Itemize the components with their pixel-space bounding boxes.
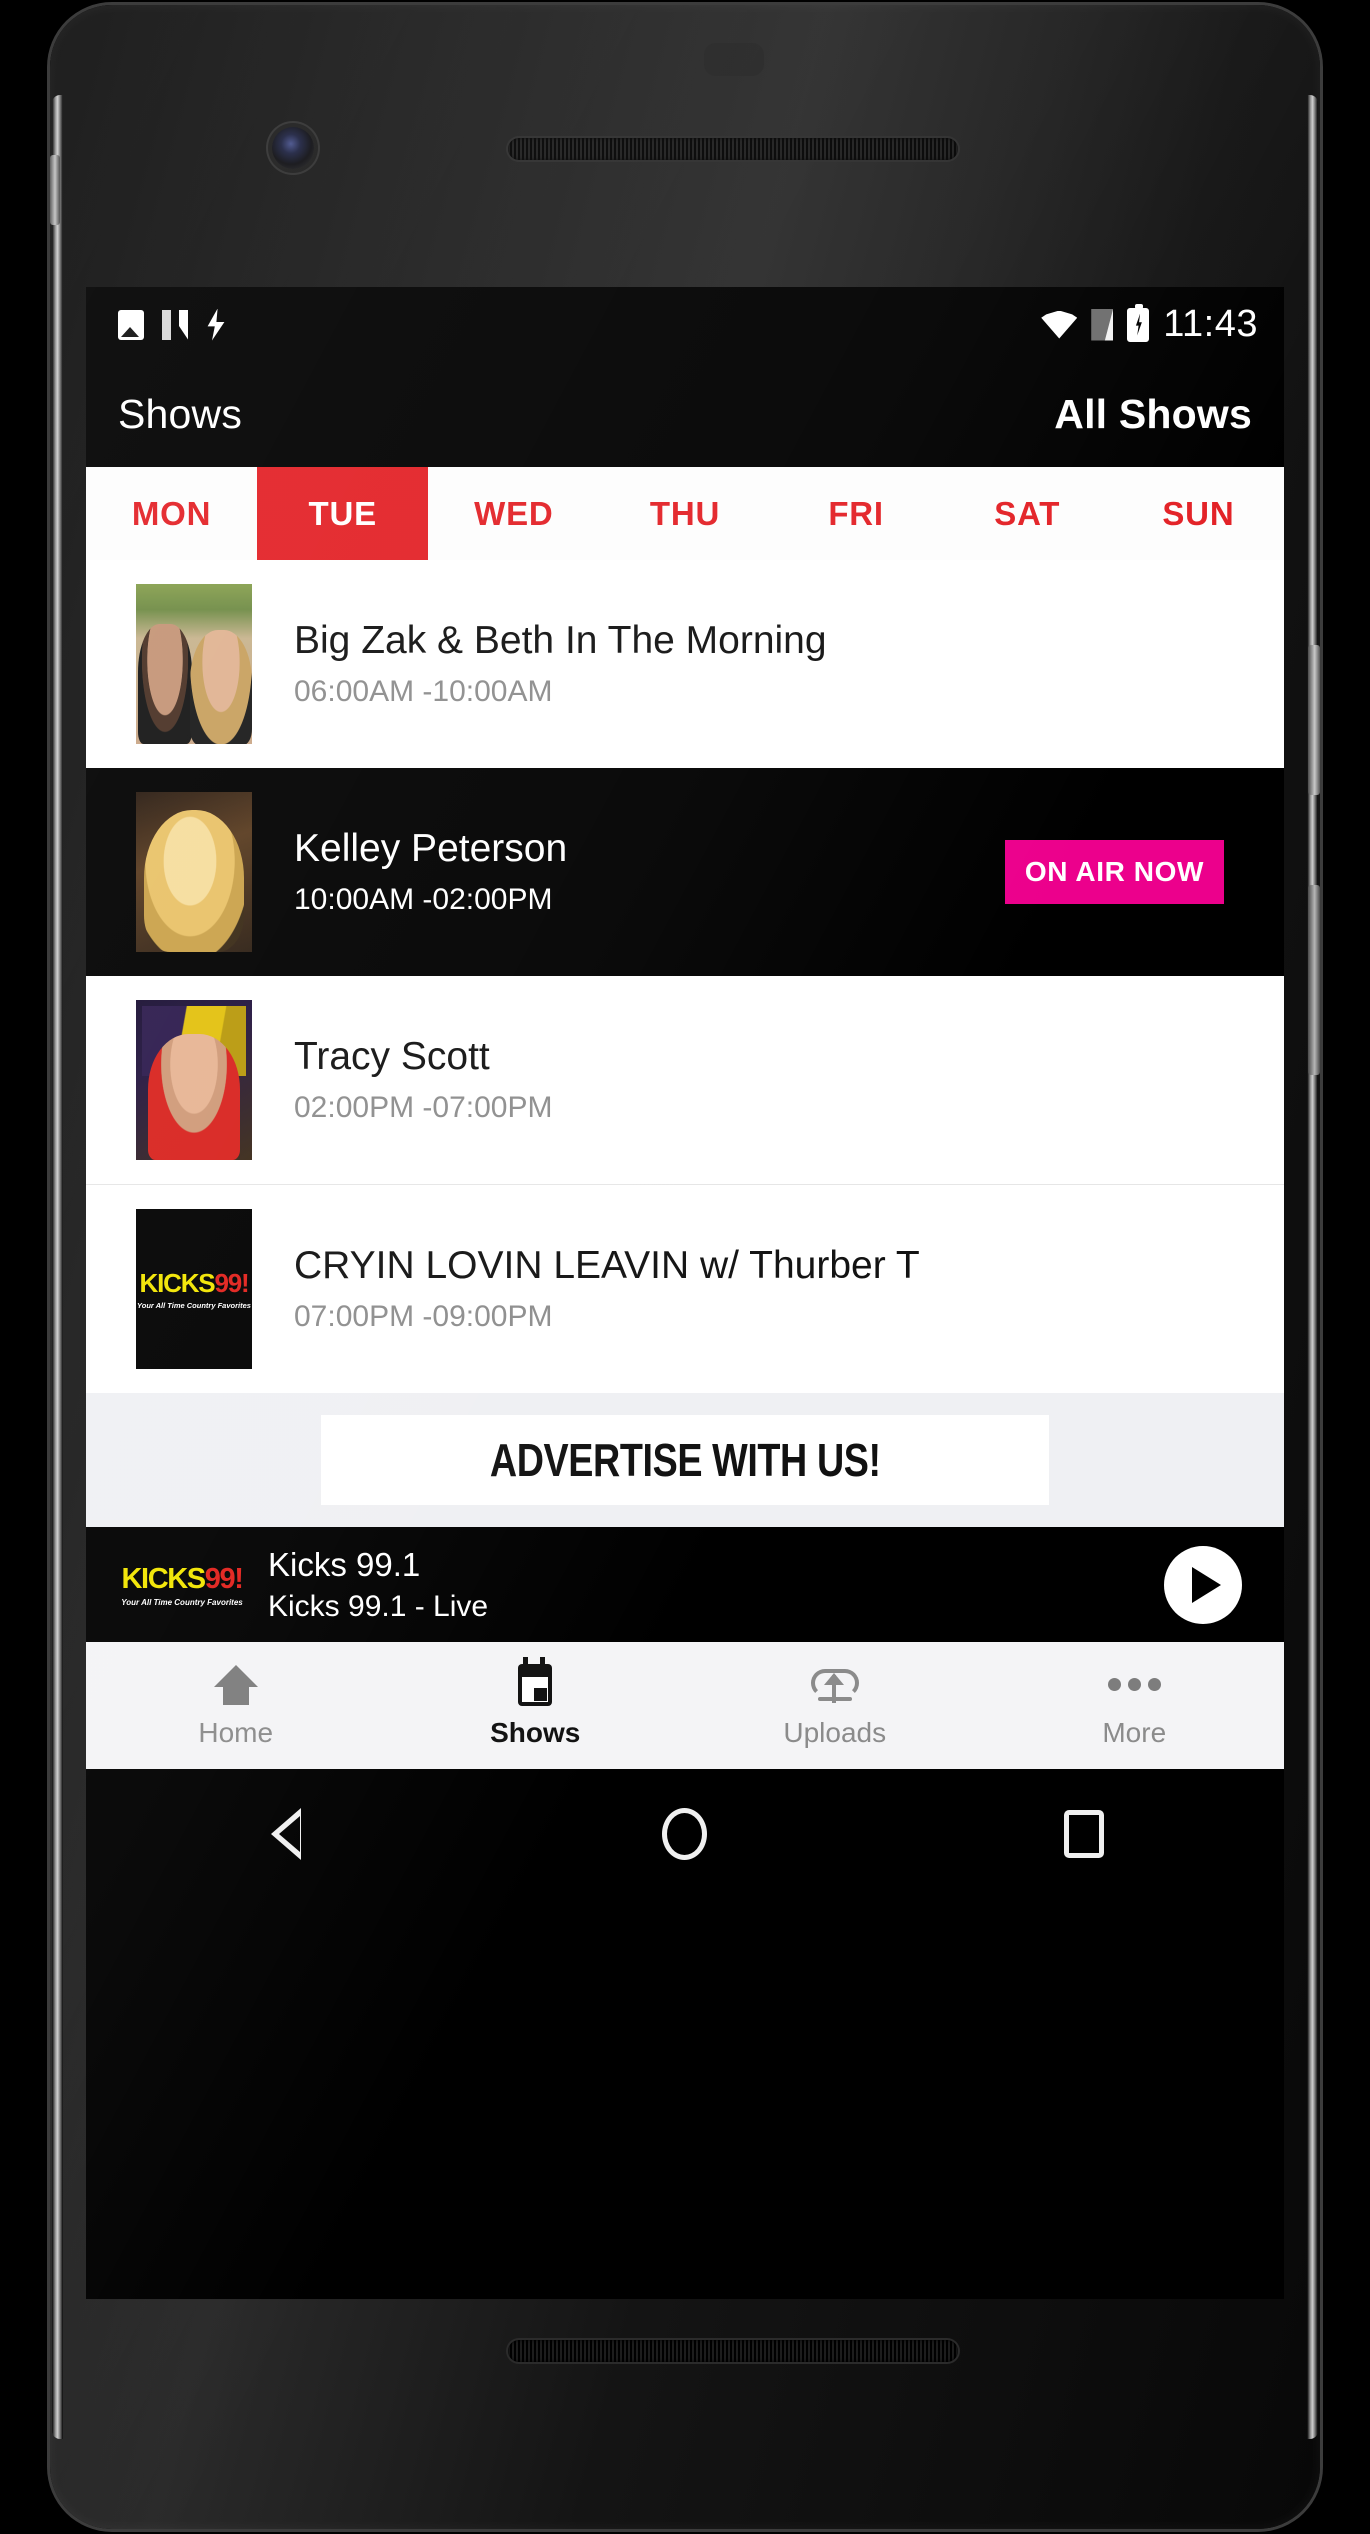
ad-banner-text: ADVERTISE WITH US!	[489, 1434, 881, 1486]
front-camera-icon	[272, 127, 314, 169]
proximity-sensor	[704, 43, 764, 76]
player-subtitle: Kicks 99.1 - Live	[268, 1589, 489, 1623]
image-icon	[118, 309, 144, 340]
status-bar-clock: 11:43	[1163, 303, 1258, 345]
status-bar-right-icons: 11:43	[1041, 303, 1258, 346]
nav-item-home[interactable]: Home	[86, 1663, 386, 1749]
status-bar: 11:43	[86, 287, 1284, 362]
show-title: Kelley Peterson	[294, 826, 568, 870]
show-thumbnail: KICKS99! Your All Time Country Favorites	[136, 1209, 252, 1369]
player-logo-tagline: Your All Time Country Favorites	[121, 1597, 243, 1607]
ad-banner[interactable]: ADVERTISE WITH US!	[321, 1415, 1049, 1505]
sim-off-icon	[1091, 309, 1113, 341]
logo-number-text: 99!	[214, 1268, 249, 1298]
show-text: Kelley Peterson 10:00AM -02:00PM	[294, 827, 567, 918]
show-text: CRYIN LOVIN LEAVIN w/ Thurber T 07:00PM …	[294, 1244, 920, 1335]
player-bar: KICKS99! Your All Time Country Favorites…	[86, 1527, 1284, 1642]
show-thumbnail	[136, 1000, 252, 1160]
station-logo-tagline: Your All Time Country Favorites	[137, 1301, 251, 1310]
back-icon	[270, 1808, 301, 1860]
android-recents-button[interactable]	[885, 1810, 1284, 1858]
player-station-logo: KICKS99! Your All Time Country Favorites	[116, 1558, 248, 1611]
tab-mon[interactable]: MON	[86, 467, 257, 560]
phone-right-edge	[1307, 95, 1318, 2439]
show-title: CRYIN LOVIN LEAVIN w/ Thurber T	[294, 1243, 920, 1287]
android-nav-bar	[86, 1769, 1284, 1899]
nav-item-shows[interactable]: Shows	[386, 1656, 686, 1749]
tab-sat[interactable]: SAT	[942, 467, 1113, 560]
nova-n-icon	[162, 310, 188, 340]
show-time: 02:00PM -07:00PM	[294, 1091, 553, 1125]
show-time: 07:00PM -09:00PM	[294, 1300, 553, 1334]
nav-label-more: More	[1102, 1716, 1167, 1748]
recents-square-icon	[1064, 1810, 1105, 1858]
tab-sun[interactable]: SUN	[1113, 467, 1284, 560]
show-row[interactable]: Kelley Peterson 10:00AM -02:00PM ON AIR …	[86, 768, 1284, 976]
bolt-icon	[207, 308, 225, 341]
show-title: Tracy Scott	[294, 1034, 490, 1078]
show-title: Big Zak & Beth In The Morning	[294, 618, 827, 662]
ad-section: ADVERTISE WITH US!	[86, 1393, 1284, 1527]
volume-button[interactable]	[1308, 885, 1320, 1075]
home-circle-icon	[662, 1808, 708, 1860]
wifi-icon	[1041, 310, 1078, 339]
nav-label-home: Home	[198, 1716, 274, 1748]
phone-screen: 11:43 Shows All Shows MON TUE WED THU FR…	[86, 287, 1284, 2299]
show-row[interactable]: KICKS99! Your All Time Country Favorites…	[86, 1184, 1284, 1393]
player-logo-wordmark: KICKS99!	[121, 1562, 244, 1596]
show-row[interactable]: Tracy Scott 02:00PM -07:00PM	[86, 976, 1284, 1184]
bottom-nav: Home Shows Uploads More	[86, 1642, 1284, 1769]
station-logo-wordmark: KICKS99!	[139, 1268, 250, 1299]
phone-left-edge	[52, 95, 63, 2439]
page-title: Shows	[118, 391, 243, 437]
show-list: Big Zak & Beth In The Morning 06:00AM -1…	[86, 560, 1284, 1393]
all-shows-button[interactable]: All Shows	[1054, 391, 1252, 438]
bottom-speaker	[508, 2340, 958, 2362]
home-icon	[213, 1663, 258, 1707]
nav-label-uploads: Uploads	[783, 1716, 887, 1748]
show-time: 10:00AM -02:00PM	[294, 883, 553, 917]
android-home-button[interactable]	[485, 1808, 884, 1860]
battery-charging-icon	[1127, 303, 1150, 342]
app-header: Shows All Shows	[86, 362, 1284, 467]
player-title: Kicks 99.1	[268, 1545, 421, 1583]
tab-thu[interactable]: THU	[599, 467, 770, 560]
player-metadata: Kicks 99.1 Kicks 99.1 - Live	[268, 1546, 488, 1624]
logo-kicks-text: KICKS	[139, 1268, 216, 1298]
player-logo-number-text: 99!	[204, 1562, 244, 1595]
android-back-button[interactable]	[86, 1808, 485, 1860]
cloud-upload-icon	[810, 1663, 859, 1707]
earpiece-speaker	[508, 138, 958, 160]
show-row[interactable]: Big Zak & Beth In The Morning 06:00AM -1…	[86, 560, 1284, 768]
more-dots-icon	[1107, 1663, 1161, 1707]
nav-item-uploads[interactable]: Uploads	[685, 1663, 985, 1749]
play-icon[interactable]	[1164, 1545, 1242, 1624]
day-tabs: MON TUE WED THU FRI SAT SUN	[86, 467, 1284, 560]
status-bar-left-icons	[118, 308, 226, 341]
status-badge: ON AIR NOW	[1004, 840, 1224, 904]
show-time: 06:00AM -10:00AM	[294, 675, 553, 709]
show-text: Big Zak & Beth In The Morning 06:00AM -1…	[294, 619, 827, 710]
calendar-icon	[518, 1656, 553, 1707]
player-logo-kicks-text: KICKS	[121, 1562, 207, 1595]
nav-item-more[interactable]: More	[985, 1663, 1285, 1749]
show-thumbnail	[136, 584, 252, 744]
nav-label-shows: Shows	[490, 1716, 581, 1748]
power-button[interactable]	[1308, 645, 1320, 795]
phone-frame: 11:43 Shows All Shows MON TUE WED THU FR…	[50, 5, 1320, 2529]
tab-fri[interactable]: FRI	[771, 467, 942, 560]
show-thumbnail	[136, 792, 252, 952]
tab-wed[interactable]: WED	[428, 467, 599, 560]
show-text: Tracy Scott 02:00PM -07:00PM	[294, 1035, 552, 1126]
tab-tue[interactable]: TUE	[257, 467, 429, 560]
phone-top-hardware	[50, 5, 1320, 290]
